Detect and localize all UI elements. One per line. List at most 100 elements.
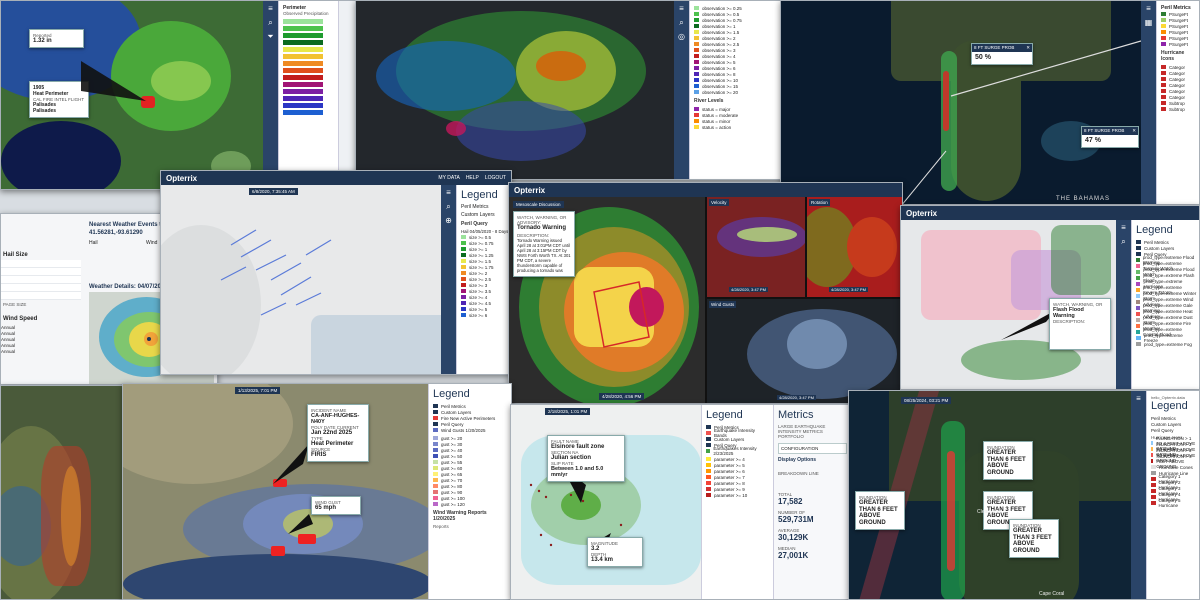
observation-item-label: observation >= 0.25 — [702, 5, 742, 11]
river-item-label: status = major — [702, 106, 731, 112]
legend-title: Legend — [433, 388, 470, 400]
tab-my-data[interactable]: MY DATA — [438, 175, 459, 181]
query-icon[interactable]: ◎ — [678, 33, 685, 41]
custom-layers-link[interactable]: Custom Layers — [461, 212, 509, 218]
rotation-view[interactable]: Rotation 4/28/2020, 3:47 PM — [807, 197, 902, 297]
surge-popup-2: 8 FT SURGE PROB ✕ 47 % — [1081, 126, 1139, 148]
zoom-icon[interactable]: ⊕ — [445, 217, 452, 225]
flood-item[interactable]: prod_type=extreme Fog — [1136, 341, 1197, 347]
flood-map[interactable]: WATCH, WARNING, OR Flash Flood Warning D… — [901, 220, 1116, 389]
layers-icon[interactable]: ≡ — [446, 189, 451, 197]
observation-list: observation >= 0.25 observation >= 0.5 obs… — [694, 5, 782, 95]
hail-map[interactable]: 6/8/2020, 7:35:45 AM — [161, 185, 441, 374]
observation-item-label: observation >= 2 — [702, 35, 736, 41]
surge-item-label: PSurgeFt — [1169, 23, 1189, 29]
quake-map[interactable]: 2/18/2025, 1:01 PM FAULT NAME Elsinore f… — [511, 405, 701, 599]
display-options[interactable]: Display Options — [778, 457, 847, 463]
layers-icon[interactable]: ≡ — [1136, 395, 1141, 403]
map-canvas[interactable]: Reported 1.32 in 1905 Heat Perimeter CAL… — [1, 1, 263, 189]
hail-size-item-label: size >= 1 — [469, 246, 488, 252]
wind-row[interactable]: Annual — [1, 348, 81, 354]
fire-legend-item[interactable]: Wind Gusts 1/20/2025 — [433, 427, 509, 433]
wind-gusts-label[interactable]: Wind Gusts — [709, 301, 737, 308]
fire-legend-item-label: Peril Metrics — [441, 403, 466, 409]
wind-row-label: Annual — [1, 336, 16, 342]
tab-logout[interactable]: LOGOUT — [485, 175, 506, 181]
legend-swatch — [706, 475, 711, 479]
search-icon[interactable]: ⌕ — [679, 19, 683, 27]
metrics-icon[interactable]: ▦ — [1145, 19, 1153, 27]
rotation-label[interactable]: Rotation — [809, 199, 830, 206]
inundation-legend-item-label: Peril Query — [1151, 427, 1174, 433]
river-levels-title: River Levels — [694, 98, 724, 104]
legend-swatch — [694, 6, 699, 10]
inundation-level[interactable]: INUNDATION > 9 FEET ABOVE GROUND — [1151, 454, 1197, 469]
velocity-view[interactable]: Velocity 4/28/2020, 3:47 PM — [707, 197, 805, 297]
tab-mesoscale[interactable]: Mesoscale Discussion — [513, 201, 564, 208]
map-timestamp: 2/18/2025, 1:01 PM — [545, 408, 591, 415]
cape-coral-label: Cape Coral — [1039, 591, 1065, 597]
quake-legend-item-label: Earthquakes Intensity 2/23/2025 — [713, 446, 757, 456]
gust-item-label: gust >= 70 — [441, 477, 463, 483]
incident-name: CA-ANF-HUGHES-N40Y — [311, 413, 360, 425]
layers-icon[interactable]: ≡ — [1121, 224, 1126, 232]
storm-map[interactable] — [1, 386, 129, 599]
legend-swatch — [694, 90, 699, 94]
observation-item[interactable]: observation >= 20 — [694, 89, 782, 95]
river-levels-list: status = major status = moderate status = … — [694, 106, 782, 130]
surge-item[interactable]: PSurgeFt — [1161, 41, 1197, 47]
legend-swatch — [1151, 501, 1156, 505]
surge-map[interactable]: 8 FT SURGE PROB ✕ 50 % 8 FT SURGE PROB ✕ 4… — [781, 1, 1141, 204]
velocity-label[interactable]: Velocity — [709, 199, 729, 206]
legend-swatch — [1136, 246, 1141, 250]
precip-swatch — [283, 75, 323, 80]
layers-icon[interactable]: ≡ — [268, 5, 273, 13]
flood-item[interactable]: prod_type=extreme Freeze — [1136, 333, 1197, 343]
quake-legend-item[interactable]: Earthquakes Intensity 2/23/2025 — [706, 446, 769, 456]
gust-item[interactable]: gust >= 120 — [433, 501, 509, 507]
wildfire-map[interactable]: 1/13/2025, 7:01 PM INCIDENT NAME CA-ANF-… — [123, 384, 428, 599]
observation-item-label: observation >= 3 — [702, 47, 736, 53]
fire-legend-item-label: Custom Layers — [441, 409, 472, 415]
category-item[interactable]: Subtrop — [1161, 106, 1197, 112]
radar-map[interactable] — [356, 1, 674, 179]
wildfire-legend: Legend Peril Metrics Custom Layers Fire Ne… — [428, 384, 511, 599]
legend-swatch — [433, 448, 438, 452]
inundation-legend-item[interactable]: Peril Query — [1151, 427, 1197, 433]
param-item[interactable]: parameter >= 10 — [706, 492, 769, 498]
precip-swatches — [283, 19, 334, 115]
search-icon[interactable]: ⌕ — [446, 203, 450, 211]
gust-item-label: gust >= 120 — [441, 501, 465, 507]
inundation-map[interactable]: 08/25/2024, 03:21 PM INUNDATION GREATER T… — [849, 391, 1131, 599]
observation-item-label: observation >= 20 — [702, 89, 739, 95]
gust-item-label: gust >= 20 — [441, 435, 463, 441]
close-icon[interactable]: ✕ — [1026, 45, 1030, 51]
app-logo: Opterrix — [906, 208, 938, 218]
hail-size-item[interactable]: size >= 6 — [461, 312, 509, 318]
category-item-label: Subtrop — [1169, 106, 1185, 112]
legend-swatch — [1151, 477, 1156, 481]
legend-swatch — [1136, 258, 1140, 262]
quake-legend-item[interactable]: Earthquake Intensity Bands — [706, 428, 769, 438]
layers-icon[interactable]: ≡ — [1146, 5, 1151, 13]
flood-popup: WATCH, WARNING, OR Flash Flood Warning D… — [1049, 298, 1111, 350]
tab-help[interactable]: HELP — [466, 175, 479, 181]
legend-swatch — [433, 478, 438, 482]
legend-swatch — [706, 457, 711, 461]
configuration-label[interactable]: CONFIGURATION — [778, 443, 847, 454]
layers-icon[interactable]: ≡ — [679, 5, 684, 13]
gust-item-label: gust >= 55 — [441, 459, 463, 465]
legend-swatch — [1136, 252, 1141, 256]
hurricane-category[interactable]: Category 5 Hurricane — [1151, 498, 1197, 508]
search-icon[interactable]: ⌕ — [268, 19, 272, 27]
river-item[interactable]: status = action — [694, 124, 782, 130]
warning-map[interactable]: Mesoscale Discussion WATCH, WARNING, OR … — [509, 197, 705, 403]
close-icon[interactable]: ✕ — [1132, 128, 1136, 134]
flood-toolbar: ≡ ⌕ — [1116, 220, 1131, 389]
filter-icon[interactable]: ⏷ — [267, 33, 273, 41]
wind-gust-view[interactable]: Wind Gusts 4/28/2020, 3:47 PM — [707, 299, 902, 403]
legend-swatch — [694, 24, 699, 28]
search-icon[interactable]: ⌕ — [1121, 238, 1125, 246]
peril-metrics-link[interactable]: Peril Metrics — [461, 204, 509, 210]
legend-swatch — [694, 42, 699, 46]
